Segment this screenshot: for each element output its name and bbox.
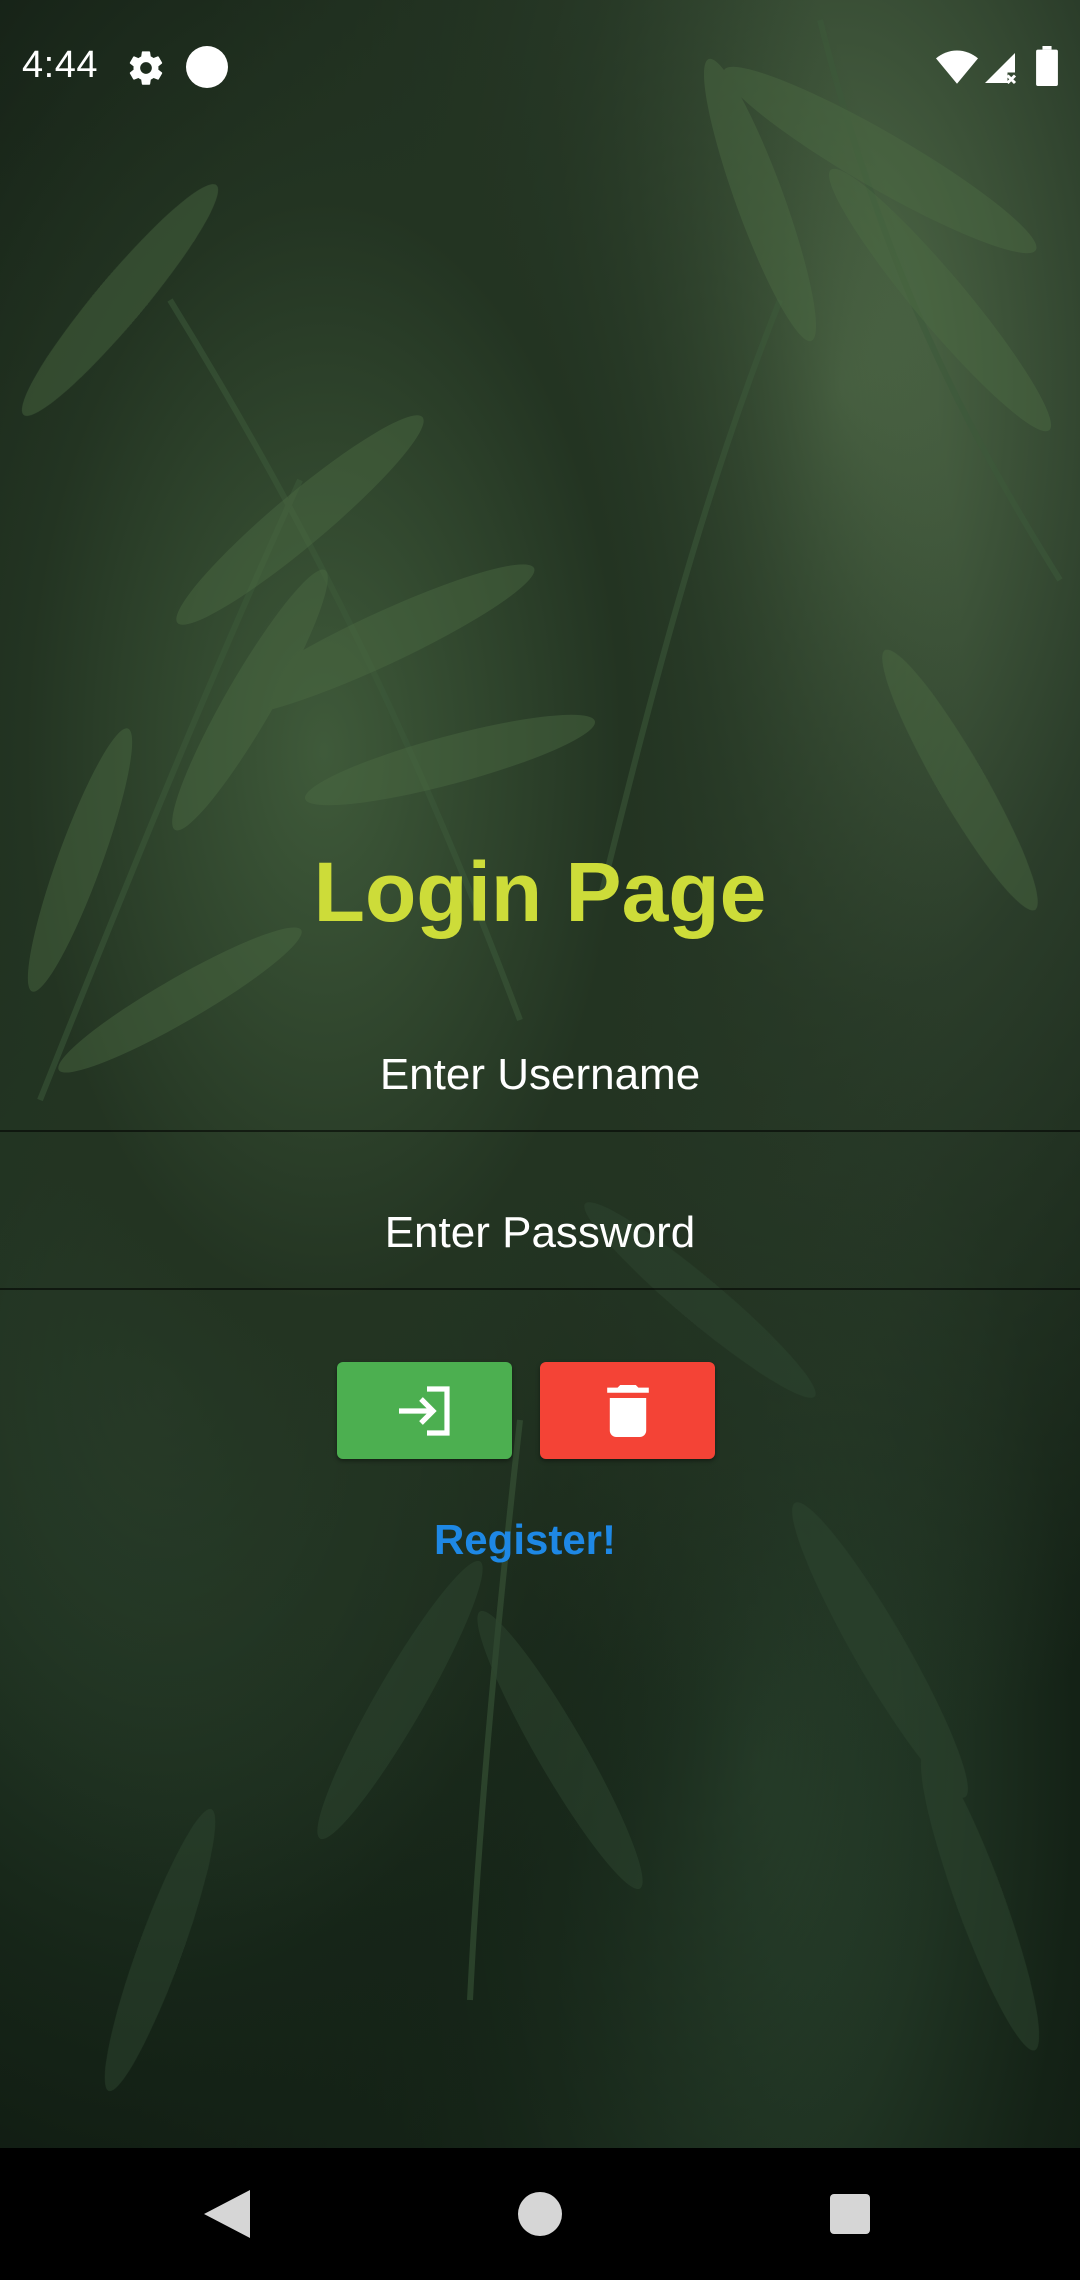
settings-gear-icon: [129, 51, 163, 85]
password-field[interactable]: [0, 1178, 1080, 1290]
clear-button[interactable]: [540, 1362, 715, 1459]
home-circle-icon[interactable]: [518, 2192, 562, 2236]
password-input[interactable]: [0, 1178, 1080, 1288]
status-time: 4:44: [22, 44, 98, 86]
app-screen: 4:44 Login Page Re: [0, 0, 1080, 2280]
notification-dot-icon: [186, 46, 228, 88]
login-enter-icon: [398, 1385, 450, 1436]
cell-signal-icon: [985, 53, 1017, 85]
back-triangle-icon[interactable]: [204, 2190, 250, 2238]
navigation-bar: [0, 2148, 1080, 2280]
login-button[interactable]: [337, 1362, 512, 1459]
username-field[interactable]: [0, 1020, 1080, 1132]
recents-square-icon[interactable]: [830, 2194, 870, 2234]
battery-icon: [1036, 46, 1058, 86]
wifi-icon: [936, 50, 978, 84]
username-input[interactable]: [0, 1020, 1080, 1130]
trash-icon: [606, 1384, 649, 1437]
page-title: Login Page: [313, 845, 767, 939]
register-link[interactable]: Register!: [0, 1516, 1050, 1564]
status-bar: 4:44: [0, 0, 1080, 135]
